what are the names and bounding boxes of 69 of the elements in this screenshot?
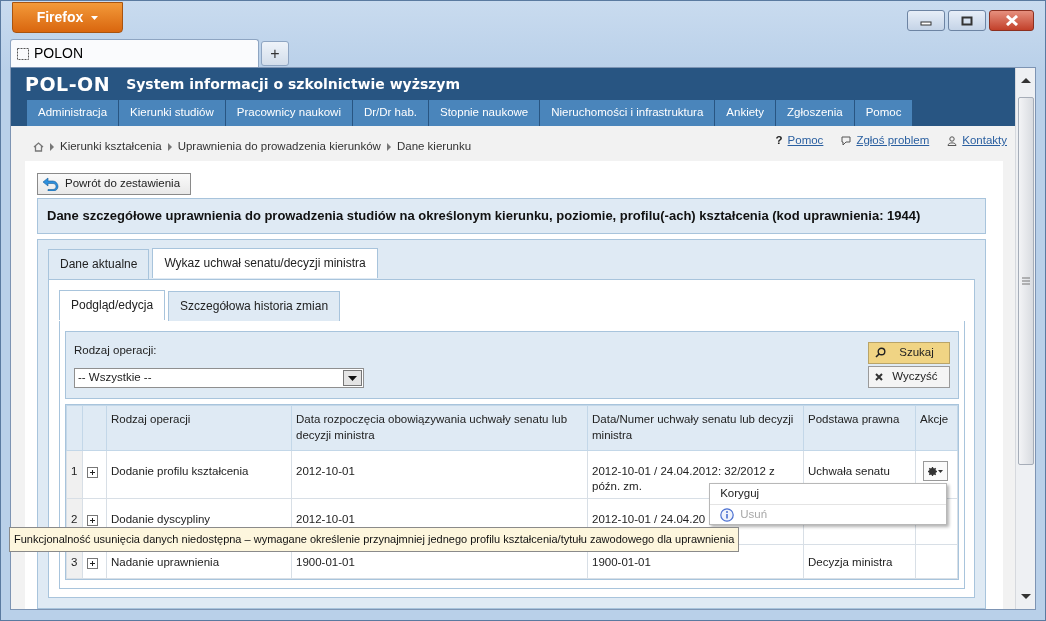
menu-item: Usuń — [710, 504, 946, 524]
page-icon — [17, 47, 29, 60]
tab[interactable]: Wykaz uchwał senatu/decyzji ministra — [152, 247, 378, 278]
help-link[interactable]: Zgłoś problem — [856, 132, 930, 150]
help-link[interactable]: Kontakty — [962, 132, 1007, 150]
nav-item[interactable]: Zgłoszenia — [776, 100, 854, 126]
row-number: 1 — [66, 450, 83, 499]
info-icon — [720, 507, 735, 522]
nav-item[interactable]: Stopnie naukowe — [429, 100, 540, 126]
column-header: Data/Numer uchwały senatu lub decyzji ministra — [587, 405, 804, 451]
column-header: Akcje — [915, 405, 958, 451]
nav-item[interactable]: Kierunki studiów — [119, 100, 225, 126]
close-icon — [1004, 15, 1019, 26]
column-header: Rodzaj operacji — [106, 405, 292, 451]
chevron-icon — [167, 142, 172, 151]
breadcrumb-item[interactable]: Kierunki kształcenia — [60, 138, 162, 156]
scroll-down-icon[interactable] — [1020, 594, 1031, 599]
field-label: Rodzaj operacji: — [74, 342, 158, 358]
nav-item[interactable]: Ankiety — [715, 100, 776, 126]
person-icon — [947, 135, 958, 146]
tab[interactable]: Podgląd/edycja — [59, 289, 166, 320]
scroll-thumb[interactable] — [1017, 97, 1034, 465]
help-link[interactable]: Pomoc — [787, 132, 824, 150]
breadcrumb-item[interactable]: Uprawnienia do prowadzenia kierunków — [177, 138, 381, 156]
page-title: Dane szczegółowe uprawnienia do prowadzenia studiów na określonym kierunku, poziomie, profilu(-ach) kształcenia (kod uprawnienia: 1944) — [47, 207, 922, 224]
expand-icon[interactable] — [87, 558, 98, 569]
expand-icon[interactable] — [87, 467, 98, 478]
tab[interactable]: Dane aktualne — [48, 248, 150, 279]
nav-item[interactable]: Pomoc — [854, 100, 913, 126]
column-header: Data rozpoczęcia obowiązywania uchwały senatu lub decyzji ministra — [291, 405, 588, 451]
breadcrumb-item[interactable]: Dane kierunku — [396, 138, 472, 156]
new-tab-button[interactable]: + — [261, 41, 289, 66]
actions-button[interactable] — [923, 461, 948, 481]
tooltip: Funkcjonalność usunięcia danych niedostępna – wymagane określenie przynajmniej jednego profilu kształcenia/tytułu zawodowego dla uprawnienia — [9, 527, 740, 552]
tab[interactable]: Szczegółowa historia zmian — [168, 290, 341, 321]
nav-item[interactable]: Nieruchomości i infrastruktura — [540, 100, 715, 126]
clear-button[interactable]: Wyczyść — [868, 365, 950, 388]
caret-icon — [91, 15, 99, 20]
expand-icon[interactable] — [87, 515, 98, 526]
nav-item[interactable]: Pracownicy naukowi — [225, 100, 352, 126]
chevron-icon — [50, 142, 54, 151]
table-cell: Dodanie profilu kształcenia — [106, 450, 292, 499]
home-icon — [33, 141, 44, 152]
nav-item[interactable]: Dr/Dr hab. — [352, 100, 428, 126]
site-title: System informacji o szkolnictwie wyższym — [126, 74, 461, 94]
table-cell: 2012-10-01 — [291, 450, 588, 499]
logo: POL-ON — [25, 71, 111, 97]
clear-icon — [875, 372, 883, 381]
nav-item[interactable]: Administracja — [27, 100, 119, 126]
grip-icon — [1021, 277, 1030, 285]
browser-tab[interactable]: POLON — [10, 39, 259, 67]
close-button[interactable] — [989, 10, 1034, 31]
help-icon: ? — [775, 132, 783, 150]
search-icon — [875, 347, 886, 359]
back-arrow-icon — [42, 176, 59, 191]
maximize-icon — [961, 15, 973, 26]
select-field[interactable]: -- Wszystkie -- — [74, 368, 364, 388]
back-button[interactable]: Powrót do zestawienia — [37, 172, 192, 195]
comment-icon — [841, 135, 852, 146]
search-button[interactable]: Szukaj — [868, 341, 950, 364]
maximize-button[interactable] — [948, 10, 986, 31]
column-header: Podstawa prawna — [803, 405, 916, 451]
chevron-icon — [386, 142, 391, 151]
dropdown-icon — [348, 375, 357, 381]
gear-icon — [928, 466, 937, 476]
caret-icon — [938, 469, 943, 473]
scrollbar[interactable] — [1015, 68, 1035, 609]
scroll-up-icon[interactable] — [1020, 78, 1031, 83]
table-cell: Decyzja ministra — [803, 544, 916, 579]
